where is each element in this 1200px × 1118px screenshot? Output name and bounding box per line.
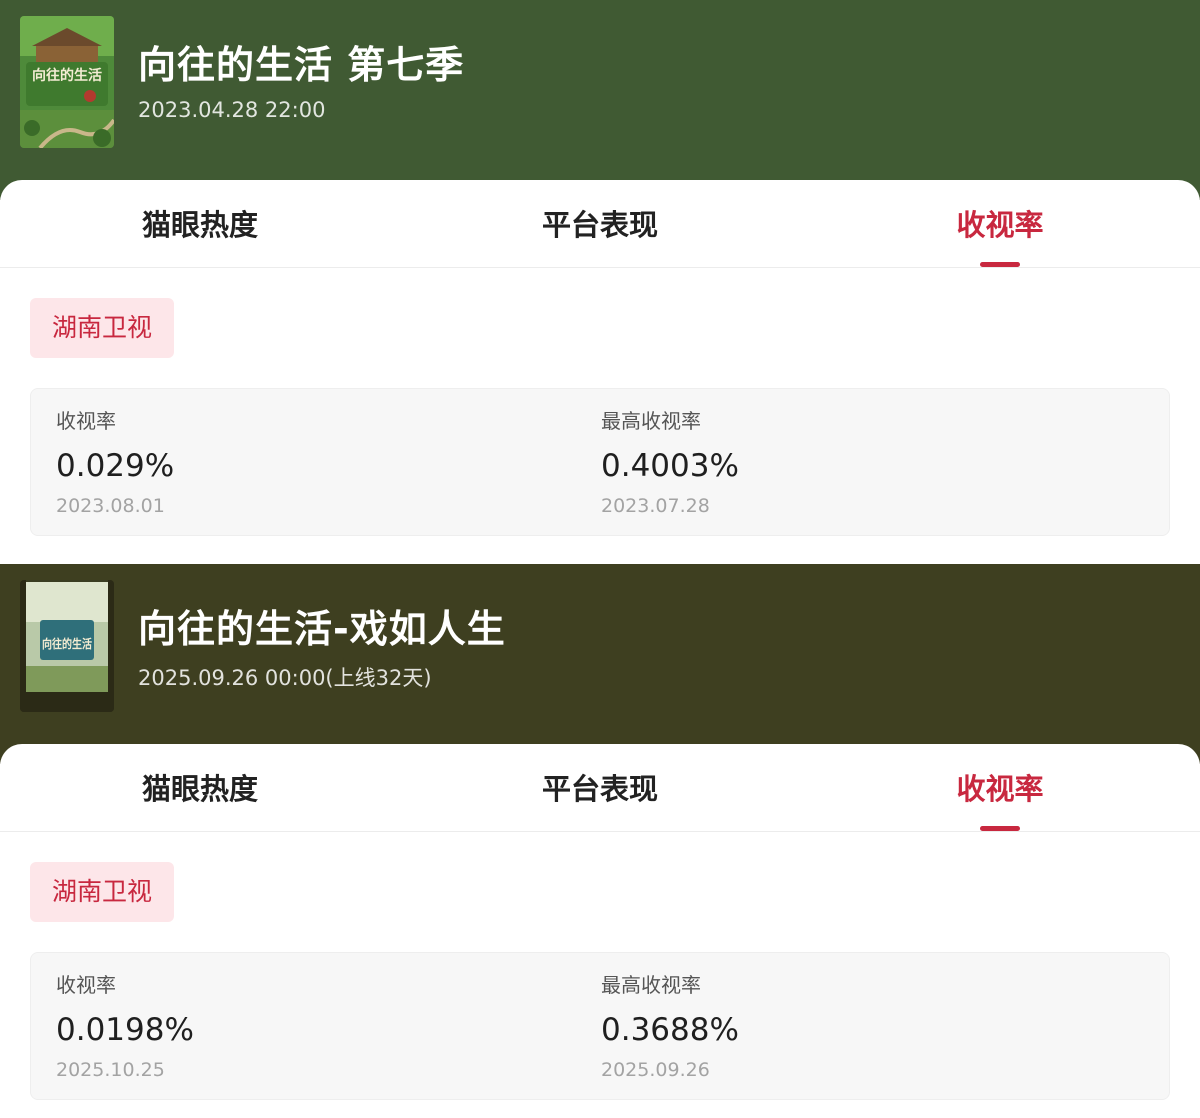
tab-maoyan-heat[interactable]: 猫眼热度 xyxy=(50,202,350,244)
show-poster[interactable]: 向往的生活 xyxy=(20,16,114,148)
show-title: 向往的生活-戏如人生 xyxy=(138,607,506,651)
rating-label: 收视率 xyxy=(56,409,116,433)
show-title: 向往的生活 第七季 xyxy=(138,43,465,87)
svg-text:向往的生活: 向往的生活 xyxy=(32,67,102,84)
tab-ratings[interactable]: 收视率 xyxy=(850,202,1150,244)
show-section-2: 向往的生活 向往的生活-戏如人生 2025.09.26 00:00(上线32天)… xyxy=(0,564,1200,1118)
tab-maoyan-heat[interactable]: 猫眼热度 xyxy=(50,766,350,808)
peak-rating-label: 最高收视率 xyxy=(601,409,701,433)
ratings-card: 猫眼热度 平台表现 收视率 湖南卫视 收视率 0.029% 2023.08.01… xyxy=(0,180,1200,564)
active-tab-indicator xyxy=(980,262,1020,267)
show-air-date: 2025.09.26 00:00(上线32天) xyxy=(138,666,432,690)
tab-ratings[interactable]: 收视率 xyxy=(850,766,1150,808)
show-header: 向往的生活 向往的生活 第七季 2023.04.28 22:00 xyxy=(0,0,1200,200)
peak-rating-date: 2023.07.28 xyxy=(601,495,710,517)
ratings-card: 猫眼热度 平台表现 收视率 湖南卫视 收视率 0.0198% 2025.10.2… xyxy=(0,744,1200,1118)
peak-rating-value: 0.4003% xyxy=(601,448,739,484)
rating-date: 2025.10.25 xyxy=(56,1059,165,1081)
ratings-stats-panel: 收视率 0.0198% 2025.10.25 最高收视率 0.3688% 202… xyxy=(30,952,1170,1100)
peak-rating-stat: 最高收视率 0.3688% 2025.09.26 xyxy=(601,971,739,1083)
peak-rating-date: 2025.09.26 xyxy=(601,1059,710,1081)
peak-rating-stat: 最高收视率 0.4003% 2023.07.28 xyxy=(601,407,739,519)
peak-rating-value: 0.3688% xyxy=(601,1012,739,1048)
channel-tag[interactable]: 湖南卫视 xyxy=(30,862,174,922)
show-air-date: 2023.04.28 22:00 xyxy=(138,98,326,122)
rating-value: 0.029% xyxy=(56,448,175,484)
show-poster-image: 向往的生活 xyxy=(20,580,114,712)
ratings-stats-panel: 收视率 0.029% 2023.08.01 最高收视率 0.4003% 2023… xyxy=(30,388,1170,536)
tab-bar: 猫眼热度 平台表现 收视率 xyxy=(0,180,1200,268)
active-tab-indicator xyxy=(980,826,1020,831)
rating-label: 收视率 xyxy=(56,973,116,997)
current-rating-stat: 收视率 0.0198% 2025.10.25 xyxy=(56,971,194,1083)
svg-text:向往的生活: 向往的生活 xyxy=(42,636,92,651)
tab-bar: 猫眼热度 平台表现 收视率 xyxy=(0,744,1200,832)
rating-date: 2023.08.01 xyxy=(56,495,165,517)
peak-rating-label: 最高收视率 xyxy=(601,973,701,997)
show-header: 向往的生活 向往的生活-戏如人生 2025.09.26 00:00(上线32天) xyxy=(0,564,1200,764)
show-poster[interactable]: 向往的生活 xyxy=(20,580,114,712)
tab-platform-performance[interactable]: 平台表现 xyxy=(450,202,750,244)
tab-platform-performance[interactable]: 平台表现 xyxy=(450,766,750,808)
current-rating-stat: 收视率 0.029% 2023.08.01 xyxy=(56,407,174,519)
show-section-1: 向往的生活 向往的生活 第七季 2023.04.28 22:00 猫眼热度 平台… xyxy=(0,0,1200,564)
show-poster-image: 向往的生活 xyxy=(20,16,114,148)
channel-tag[interactable]: 湖南卫视 xyxy=(30,298,174,358)
rating-value: 0.0198% xyxy=(56,1012,194,1048)
